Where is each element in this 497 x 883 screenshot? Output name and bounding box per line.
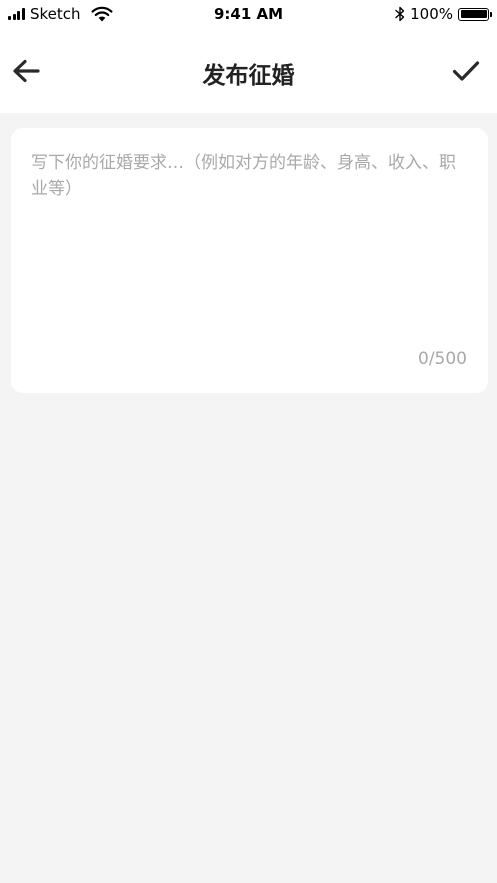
checkmark-icon <box>452 61 480 81</box>
requirements-card: 0/500 <box>11 128 488 393</box>
battery-fill <box>460 10 487 18</box>
status-bar: Sketch 9:41 AM 100% <box>0 0 497 30</box>
requirements-input[interactable] <box>31 150 471 340</box>
confirm-button[interactable] <box>449 54 483 88</box>
character-counter: 0/500 <box>418 349 467 369</box>
status-bar-right: 100% <box>395 4 492 24</box>
page-title: 发布征婚 <box>202 63 295 89</box>
battery-icon <box>458 7 492 21</box>
bluetooth-icon <box>395 6 405 22</box>
nav-bar: 发布征婚 <box>0 30 497 113</box>
battery-percentage: 100% <box>410 5 453 23</box>
